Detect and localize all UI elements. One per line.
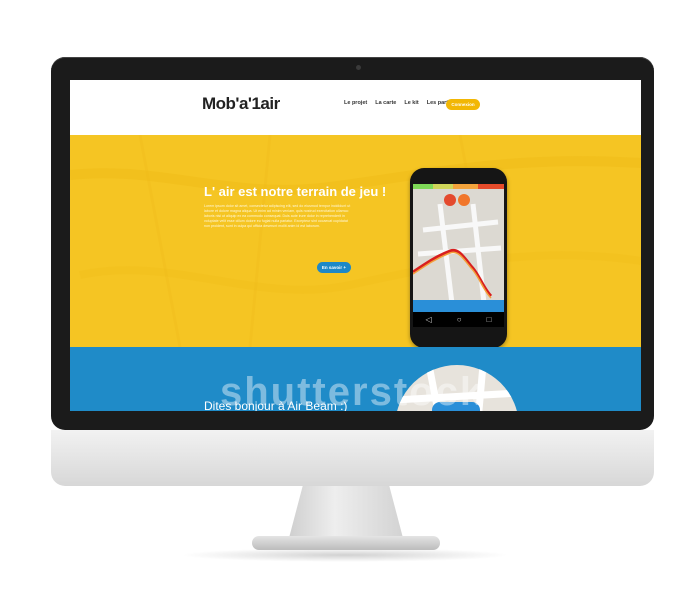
hero-section bbox=[70, 135, 641, 402]
camera-icon bbox=[356, 65, 361, 70]
hero-description: Lorem ipsum dolor sit amet, consectetur … bbox=[204, 204, 351, 228]
hero-title: L' air est notre terrain de jeu ! bbox=[204, 184, 387, 199]
phone-system-navigation: ◁ ○ □ bbox=[413, 312, 504, 327]
nav-link-kit[interactable]: Le kit bbox=[404, 100, 418, 106]
phone-map-illustration bbox=[413, 184, 504, 312]
phone-app-screen bbox=[413, 184, 504, 312]
floor-shadow bbox=[180, 548, 510, 562]
recent-icon[interactable]: □ bbox=[487, 315, 492, 324]
site-header: Mob'a'1air Le projet La carte Le kit Les… bbox=[70, 80, 641, 135]
site-logo[interactable]: Mob'a'1air bbox=[202, 94, 280, 114]
stock-watermark: shutterstock bbox=[220, 370, 485, 411]
imac-mockup: Mob'a'1air Le projet La carte Le kit Les… bbox=[0, 0, 691, 596]
connexion-button[interactable]: Connexion bbox=[446, 99, 480, 110]
imac-stand-base bbox=[252, 536, 440, 550]
website-screen: Mob'a'1air Le projet La carte Le kit Les… bbox=[70, 80, 641, 411]
nav-link-carte[interactable]: La carte bbox=[375, 100, 396, 106]
en-savoir-plus-button[interactable]: En savoir + bbox=[317, 262, 351, 273]
hero-map-texture bbox=[70, 135, 641, 347]
home-icon[interactable]: ○ bbox=[457, 315, 462, 324]
nav-link-projet[interactable]: Le projet bbox=[344, 100, 367, 106]
back-icon[interactable]: ◁ bbox=[426, 315, 432, 324]
imac-chin bbox=[51, 430, 654, 486]
imac-stand-neck bbox=[289, 486, 403, 538]
